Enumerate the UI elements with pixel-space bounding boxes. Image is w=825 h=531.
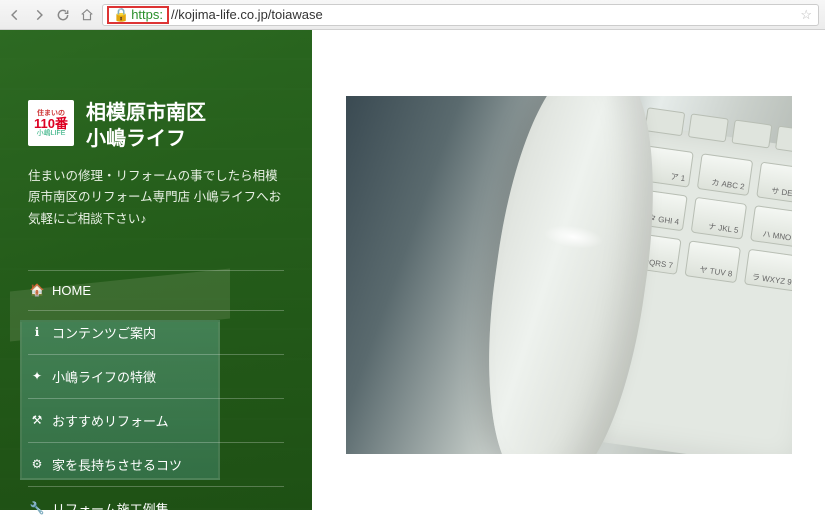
nav-home-label: HOME xyxy=(52,283,91,298)
bookmark-star-icon[interactable]: ☆ xyxy=(800,7,812,23)
nav-recommend[interactable]: ⚒ おすすめリフォーム xyxy=(28,398,284,442)
key-9: ラ WXYZ 9 xyxy=(743,249,791,292)
key-6: ハ MNO 6 xyxy=(750,205,792,248)
url-scheme: https: xyxy=(131,7,163,22)
nav-works[interactable]: 🔧 リフォーム施工例集 xyxy=(28,486,284,531)
page-content: 住まいの 110番 小嶋LIFE 相模原市南区 小嶋ライフ 住まいの修理・リフォ… xyxy=(0,30,825,510)
nav-works-label: リフォーム施工例集 xyxy=(52,499,169,518)
brand-block: 住まいの 110番 小嶋LIFE 相模原市南区 小嶋ライフ xyxy=(28,100,284,152)
nav-contents[interactable]: ℹ コンテンツご案内 xyxy=(28,310,284,354)
nav-longevity-label: 家を長持ちさせるコツ xyxy=(52,455,182,474)
sidebar-nav: 🏠 HOME ℹ コンテンツご案内 ✦ 小嶋ライフの特徴 ⚒ おすすめリフォーム ⚙ 家を… xyxy=(28,270,284,531)
nav-recommend-label: おすすめリフォーム xyxy=(52,411,169,430)
key-8: ヤ TUV 8 xyxy=(684,240,741,283)
logo-number: 110番 xyxy=(34,117,68,130)
nav-features[interactable]: ✦ 小嶋ライフの特徴 xyxy=(28,354,284,398)
nav-features-label: 小嶋ライフの特徴 xyxy=(52,367,156,386)
nav-longevity[interactable]: ⚙ 家を長持ちさせるコツ xyxy=(28,442,284,486)
key-5: ナ JKL 5 xyxy=(690,197,747,240)
forward-button[interactable] xyxy=(30,6,48,24)
hammer-icon: ⚒ xyxy=(30,413,44,427)
nav-home[interactable]: 🏠 HOME xyxy=(28,270,284,310)
lock-icon: 🔒 xyxy=(113,7,129,23)
https-highlight: 🔒 https: xyxy=(107,6,169,24)
browser-toolbar: 🔒 https: //kojima-life.co.jp/toiawase ☆ xyxy=(0,0,825,30)
home-button[interactable] xyxy=(78,6,96,24)
site-logo[interactable]: 住まいの 110番 小嶋LIFE xyxy=(28,100,74,146)
site-title-line2: 小嶋ライフ xyxy=(86,126,206,152)
nav-contents-label: コンテンツご案内 xyxy=(52,323,156,342)
url-path: //kojima-life.co.jp/toiawase xyxy=(171,7,323,22)
hero-area: ア 1 カ ABC 2 サ DEF 3 タ GHI 4 ナ JKL 5 ハ MN… xyxy=(312,30,825,510)
gear-icon: ⚙ xyxy=(30,457,44,471)
logo-mid-text: 小嶋LIFE xyxy=(37,130,66,137)
site-title-line1: 相模原市南区 xyxy=(86,100,206,126)
key-2: カ ABC 2 xyxy=(696,153,753,196)
address-bar[interactable]: 🔒 https: //kojima-life.co.jp/toiawase ☆ xyxy=(102,4,819,26)
sidebar: 住まいの 110番 小嶋LIFE 相模原市南区 小嶋ライフ 住まいの修理・リフォ… xyxy=(0,30,312,510)
site-title[interactable]: 相模原市南区 小嶋ライフ xyxy=(86,100,206,152)
wrench-icon: 🔧 xyxy=(30,501,44,515)
key-3: サ DEF 3 xyxy=(756,162,792,205)
info-icon: ℹ xyxy=(30,325,44,339)
home-icon: 🏠 xyxy=(30,283,44,297)
back-button[interactable] xyxy=(6,6,24,24)
hero-phone-image: ア 1 カ ABC 2 サ DEF 3 タ GHI 4 ナ JKL 5 ハ MN… xyxy=(346,96,792,454)
sparkle-icon: ✦ xyxy=(30,369,44,383)
site-tagline: 住まいの修理・リフォームの事でしたら相模原市南区のリフォーム専門店 小嶋ライフへ… xyxy=(28,166,284,230)
reload-button[interactable] xyxy=(54,6,72,24)
